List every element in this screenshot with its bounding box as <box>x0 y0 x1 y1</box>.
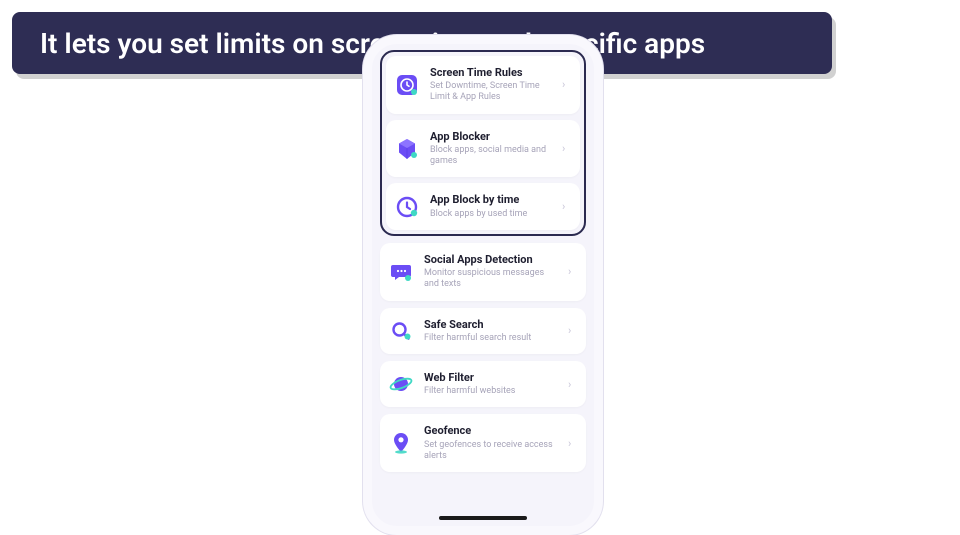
chevron-right-icon: › <box>562 200 572 213</box>
card-text: Geofence Set geofences to receive access… <box>424 424 558 462</box>
clock-icon <box>394 194 420 220</box>
card-title: Web Filter <box>424 371 558 384</box>
chevron-right-icon: › <box>568 437 578 450</box>
card-title: App Blocker <box>430 130 552 143</box>
planet-icon <box>388 371 414 397</box>
card-text: App Blocker Block apps, social media and… <box>430 130 552 168</box>
card-title: App Block by time <box>430 193 552 206</box>
chat-icon <box>388 259 414 285</box>
cube-icon <box>394 136 420 162</box>
card-social-apps-detection[interactable]: Social Apps Detection Monitor suspicious… <box>380 243 586 301</box>
card-screen-time-rules[interactable]: Screen Time Rules Set Downtime, Screen T… <box>386 56 580 114</box>
phone-mockup: Screen Time Rules Set Downtime, Screen T… <box>363 35 603 535</box>
highlighted-group: Screen Time Rules Set Downtime, Screen T… <box>380 50 586 236</box>
card-text: Web Filter Filter harmful websites <box>424 371 558 397</box>
pin-icon <box>388 430 414 456</box>
card-title: Safe Search <box>424 318 558 331</box>
card-title: Screen Time Rules <box>430 66 552 79</box>
phone-content: Screen Time Rules Set Downtime, Screen T… <box>372 44 594 472</box>
card-safe-search[interactable]: Safe Search Filter harmful search result… <box>380 308 586 354</box>
card-sub: Monitor suspicious messages and texts <box>424 268 558 291</box>
clock-box-icon <box>394 72 420 98</box>
card-title: Social Apps Detection <box>424 253 558 266</box>
chevron-right-icon: › <box>562 78 572 91</box>
card-title: Geofence <box>424 424 558 437</box>
card-text: Social Apps Detection Monitor suspicious… <box>424 253 558 291</box>
card-app-block-by-time[interactable]: App Block by time Block apps by used tim… <box>386 183 580 229</box>
chevron-right-icon: › <box>562 142 572 155</box>
card-text: Screen Time Rules Set Downtime, Screen T… <box>430 66 552 104</box>
card-sub: Set geofences to receive access alerts <box>424 440 558 463</box>
home-indicator <box>439 516 527 520</box>
chevron-right-icon: › <box>568 265 578 278</box>
card-sub: Set Downtime, Screen Time Limit & App Ru… <box>430 81 552 104</box>
card-sub: Block apps by used time <box>430 209 552 220</box>
card-sub: Block apps, social media and games <box>430 145 552 168</box>
card-text: App Block by time Block apps by used tim… <box>430 193 552 219</box>
card-geofence[interactable]: Geofence Set geofences to receive access… <box>380 414 586 472</box>
card-sub: Filter harmful search result <box>424 333 558 344</box>
card-text: Safe Search Filter harmful search result <box>424 318 558 344</box>
search-icon <box>388 318 414 344</box>
card-app-blocker[interactable]: App Blocker Block apps, social media and… <box>386 120 580 178</box>
card-sub: Filter harmful websites <box>424 386 558 397</box>
chevron-right-icon: › <box>568 324 578 337</box>
chevron-right-icon: › <box>568 378 578 391</box>
card-web-filter[interactable]: Web Filter Filter harmful websites › <box>380 361 586 407</box>
